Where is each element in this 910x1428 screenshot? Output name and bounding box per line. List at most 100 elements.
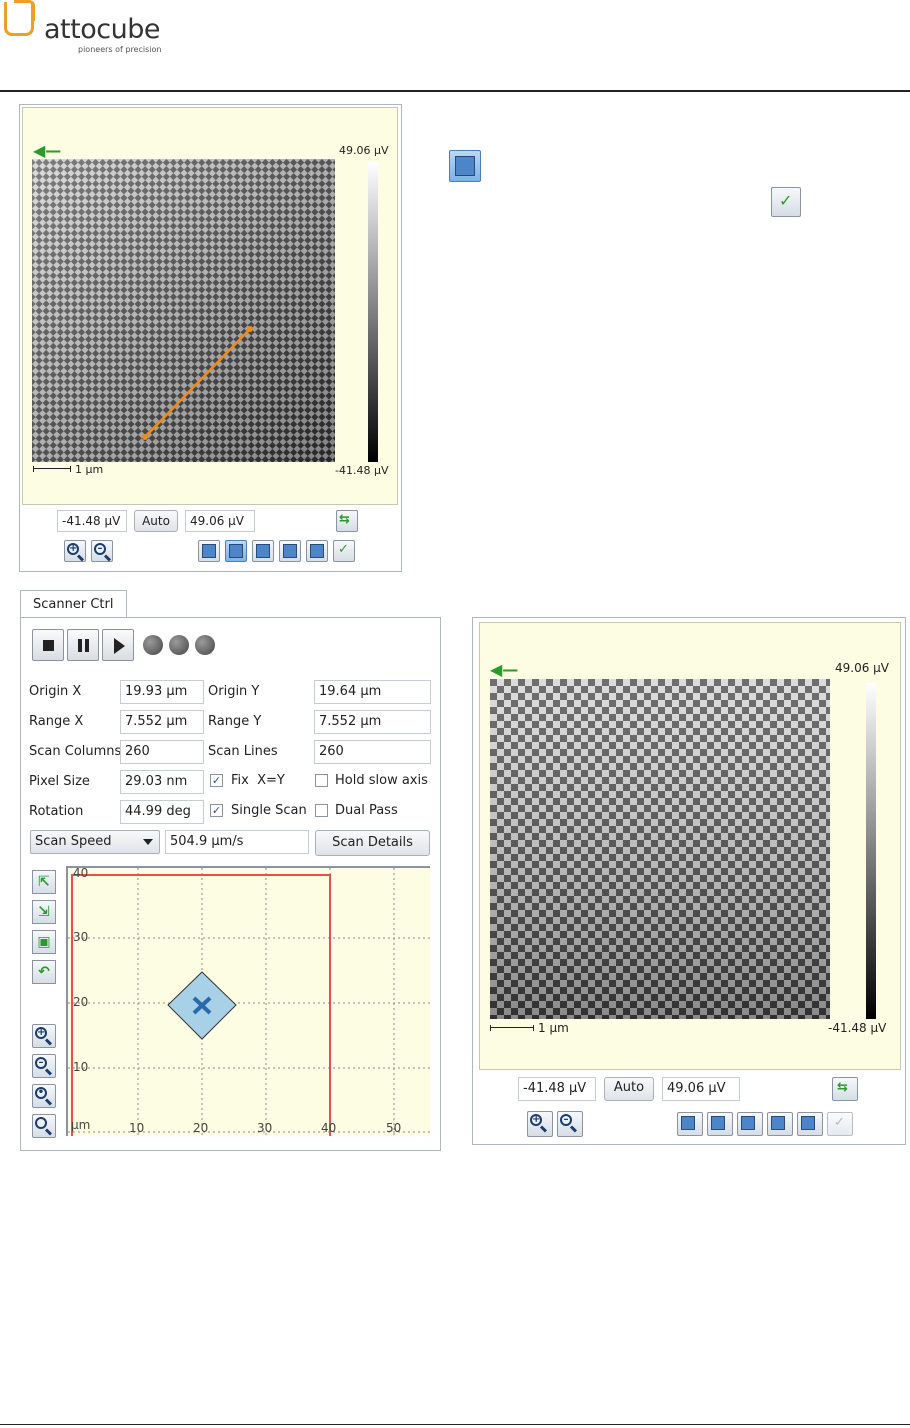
min-value-field[interactable]: -41.48 µV [518, 1077, 596, 1101]
map-y-tick: 30 [73, 930, 89, 944]
map-x-tick: 30 [257, 1121, 273, 1135]
map-y-tick: 20 [73, 995, 89, 1009]
swap-colors-button[interactable]: ⇆ [336, 510, 358, 532]
view-grid-button[interactable] [306, 540, 328, 562]
scale-bar-label: 1 µm [75, 463, 104, 476]
map-y-tick: 10 [73, 1060, 89, 1074]
expand-icon: ⇱ [38, 874, 50, 890]
stop-icon [43, 640, 54, 651]
undo-button[interactable]: ↶ [32, 960, 56, 984]
scan-image-rotated[interactable] [32, 159, 335, 462]
zoom-reset-button[interactable] [32, 1114, 56, 1138]
zoom-fit-button[interactable]: • [32, 1084, 56, 1108]
range-x-label: Range X [29, 714, 84, 729]
scan-range-grid [68, 868, 430, 1136]
scan-details-button[interactable]: Scan Details [315, 830, 430, 856]
swap-arrows-icon: ⇆ [339, 512, 350, 527]
confirm-button[interactable]: ✓ [827, 1112, 853, 1136]
zoom-out-button[interactable]: – [557, 1111, 583, 1137]
status-led-icon [169, 635, 189, 655]
tab-scanner-ctrl[interactable]: Scanner Ctrl [20, 590, 127, 618]
footer-rule [0, 1424, 910, 1425]
view-image-button[interactable] [198, 540, 220, 562]
scan-lines-input[interactable]: 260 [314, 740, 431, 764]
single-scan-checkbox[interactable]: ✓ [210, 804, 223, 817]
zoom-out-button[interactable]: – [32, 1054, 56, 1078]
logo-mark-icon [4, 0, 35, 36]
range-y-label: Range Y [208, 714, 262, 729]
auto-button[interactable]: Auto [604, 1077, 654, 1101]
pixel-size-input[interactable]: 29.03 nm [120, 770, 204, 794]
magnifier-icon [35, 1117, 47, 1129]
range-y-input[interactable]: 7.552 µm [314, 710, 431, 734]
colorbar [368, 162, 378, 462]
view-zoom-region-button[interactable] [252, 540, 274, 562]
zoom-out-icon: – [94, 543, 106, 555]
zoom-out-button[interactable]: – [91, 540, 113, 562]
pause-button[interactable] [67, 629, 99, 661]
origin-x-label: Origin X [29, 684, 82, 699]
zoom-in-button[interactable]: + [64, 540, 86, 562]
legend-check-icon: ✓ [771, 187, 801, 217]
dual-pass-checkbox[interactable] [315, 804, 328, 817]
colorbar-max-label: 49.06 µV [339, 144, 389, 157]
map-x-tick: 10 [129, 1121, 145, 1135]
scan-speed-input[interactable]: 504.9 µm/s [165, 830, 309, 854]
map-x-tick: 20 [193, 1121, 209, 1135]
dual-pass-label: Dual Pass [335, 803, 398, 818]
zoom-in-button[interactable]: + [527, 1111, 553, 1137]
back-arrow-icon[interactable]: ◀— [490, 662, 518, 678]
zoom-out-icon: – [560, 1114, 572, 1126]
min-value-field[interactable]: -41.48 µV [57, 510, 127, 532]
view-image-button[interactable] [677, 1112, 703, 1136]
view-grid-button[interactable] [797, 1112, 823, 1136]
origin-y-input[interactable]: 19.64 µm [314, 680, 431, 704]
origin-x-input[interactable]: 19.93 µm [120, 680, 204, 704]
scanner-ctrl-panel: Origin X 19.93 µm Origin Y 19.64 µm Rang… [20, 617, 441, 1151]
image-view-icon [681, 1116, 695, 1130]
grid-icon [310, 544, 324, 558]
zoom-in-icon: + [35, 1027, 47, 1039]
scan-speed-dropdown[interactable]: Scan Speed [30, 830, 160, 854]
view-3d-button[interactable] [279, 540, 301, 562]
pixel-size-label: Pixel Size [29, 774, 90, 789]
header-rule [0, 90, 910, 92]
rotation-input[interactable]: 44.99 deg [120, 800, 204, 824]
image-plot-area: ◀— 49.06 µV -41.48 µV 1 µm [22, 107, 398, 505]
view-zoom-region-button[interactable] [737, 1112, 763, 1136]
colorbar-min-label: -41.48 µV [335, 464, 389, 477]
map-y-tick: 40 [73, 866, 89, 880]
surface-icon [283, 544, 297, 558]
max-value-field[interactable]: 49.06 µV [662, 1077, 740, 1101]
range-x-input[interactable]: 7.552 µm [120, 710, 204, 734]
confirm-button[interactable]: ✓ [333, 540, 355, 562]
play-button[interactable] [102, 629, 134, 661]
view-line-profile-button[interactable] [225, 540, 247, 562]
image-plot-area: ◀— 49.06 µV -41.48 µV 1 µm [479, 622, 901, 1070]
fix-xy-checkbox[interactable]: ✓ [210, 774, 223, 787]
zoom-in-button[interactable]: + [32, 1024, 56, 1048]
logo-tagline: pioneers of precision [78, 45, 162, 54]
check-icon: ✓ [338, 542, 349, 557]
status-led-icon [143, 635, 163, 655]
max-value-field[interactable]: 49.06 µV [185, 510, 255, 532]
view-line-profile-button[interactable] [707, 1112, 733, 1136]
stop-button[interactable] [32, 629, 64, 661]
shrink-view-button[interactable]: ⇲ [32, 900, 56, 924]
map-unit-label: µm [71, 1118, 91, 1132]
back-arrow-icon[interactable]: ◀— [33, 143, 61, 159]
view-3d-button[interactable] [767, 1112, 793, 1136]
scale-bar-label: 1 µm [538, 1021, 569, 1035]
scan-image[interactable] [490, 679, 830, 1019]
auto-button[interactable]: Auto [134, 510, 178, 532]
fit-view-button[interactable]: ▣ [32, 930, 56, 954]
expand-view-button[interactable]: ⇱ [32, 870, 56, 894]
hold-slow-axis-checkbox[interactable] [315, 774, 328, 787]
scan-columns-input[interactable]: 260 [120, 740, 204, 764]
scale-bar [490, 1025, 534, 1031]
check-icon: ✓ [834, 1115, 845, 1130]
play-icon [114, 638, 125, 654]
scan-range-map[interactable]: µm 10 20 30 40 50 40 30 20 10 [66, 866, 430, 1136]
swap-colors-button[interactable]: ⇆ [832, 1077, 858, 1101]
region-icon [256, 544, 270, 558]
